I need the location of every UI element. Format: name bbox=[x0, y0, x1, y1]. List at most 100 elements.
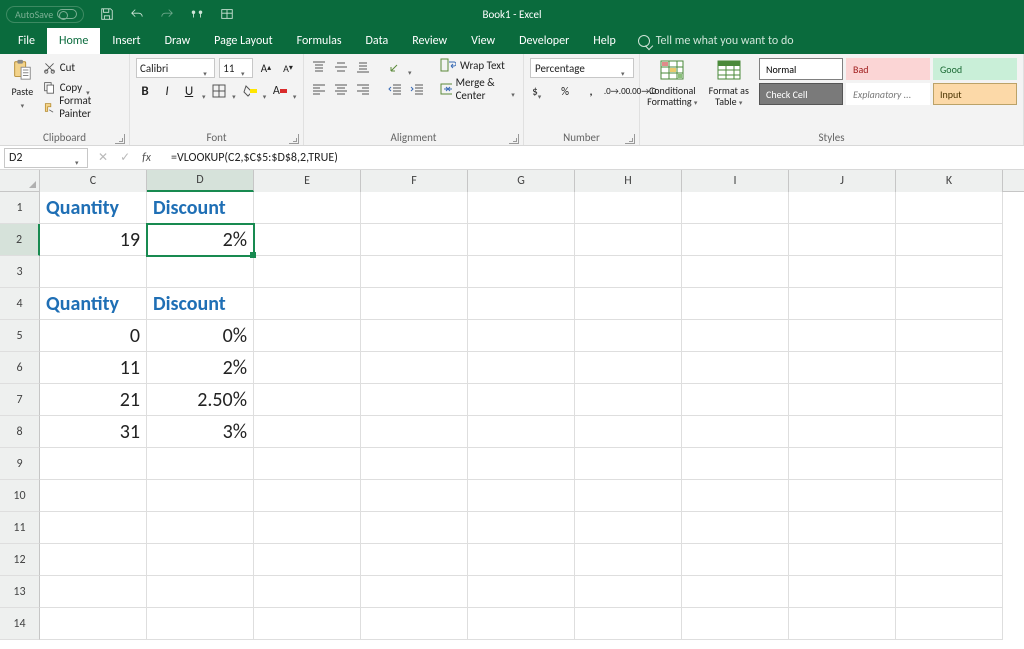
align-bottom-icon[interactable] bbox=[354, 58, 372, 76]
cell[interactable] bbox=[575, 192, 682, 224]
save-icon[interactable] bbox=[98, 5, 116, 23]
row-header[interactable]: 1 bbox=[0, 192, 40, 224]
cell[interactable] bbox=[254, 256, 361, 288]
number-format-select[interactable]: Percentage bbox=[530, 58, 634, 78]
tab-insert[interactable]: Insert bbox=[100, 28, 152, 54]
cell[interactable] bbox=[361, 288, 468, 320]
cell[interactable] bbox=[361, 608, 468, 640]
enter-formula-icon[interactable]: ✓ bbox=[120, 150, 130, 165]
paste-button[interactable]: Paste bbox=[6, 58, 39, 111]
comma-format-icon[interactable]: , bbox=[582, 82, 600, 100]
cell[interactable]: Quantity bbox=[40, 192, 147, 224]
align-middle-icon[interactable] bbox=[332, 58, 350, 76]
cancel-formula-icon[interactable]: ✕ bbox=[98, 150, 108, 165]
conditional-formatting-button[interactable]: Conditional Formatting bbox=[646, 58, 699, 107]
row-header[interactable]: 5 bbox=[0, 320, 40, 352]
merge-center-button[interactable]: Merge & Center bbox=[440, 76, 517, 102]
tab-file[interactable]: File bbox=[6, 28, 47, 54]
cell[interactable] bbox=[789, 416, 896, 448]
cell[interactable] bbox=[254, 608, 361, 640]
font-size-select[interactable]: 11 bbox=[219, 58, 253, 78]
increase-font-icon[interactable]: A▴ bbox=[257, 59, 275, 77]
cell[interactable] bbox=[147, 448, 254, 480]
cell[interactable] bbox=[254, 480, 361, 512]
cell[interactable] bbox=[789, 256, 896, 288]
cell[interactable] bbox=[682, 192, 789, 224]
cell[interactable] bbox=[361, 224, 468, 256]
cell-style-swatch[interactable]: Input bbox=[933, 83, 1017, 105]
fill-color-icon[interactable] bbox=[240, 82, 258, 100]
cell[interactable] bbox=[789, 320, 896, 352]
cell[interactable] bbox=[361, 544, 468, 576]
cell[interactable] bbox=[575, 384, 682, 416]
cell[interactable] bbox=[789, 288, 896, 320]
align-left-icon[interactable] bbox=[310, 80, 328, 98]
cell[interactable] bbox=[40, 608, 147, 640]
cell[interactable] bbox=[682, 448, 789, 480]
cell[interactable] bbox=[682, 544, 789, 576]
column-header[interactable]: C bbox=[40, 170, 147, 192]
cell[interactable] bbox=[40, 480, 147, 512]
cell[interactable] bbox=[40, 576, 147, 608]
cell[interactable] bbox=[147, 480, 254, 512]
cell[interactable] bbox=[254, 288, 361, 320]
cell[interactable] bbox=[575, 416, 682, 448]
row-header[interactable]: 10 bbox=[0, 480, 40, 512]
cell[interactable] bbox=[682, 416, 789, 448]
column-header[interactable]: H bbox=[575, 170, 682, 192]
cell[interactable] bbox=[789, 352, 896, 384]
cell[interactable] bbox=[682, 256, 789, 288]
cell[interactable] bbox=[575, 352, 682, 384]
cell[interactable]: Discount bbox=[147, 288, 254, 320]
row-header[interactable]: 2 bbox=[0, 224, 40, 256]
cell[interactable] bbox=[361, 192, 468, 224]
cell[interactable] bbox=[254, 448, 361, 480]
cell[interactable] bbox=[896, 512, 1003, 544]
cells-area[interactable]: QuantityDiscount192%QuantityDiscount00%1… bbox=[40, 192, 1003, 640]
cell[interactable] bbox=[789, 480, 896, 512]
name-box[interactable]: D2 bbox=[4, 148, 88, 168]
cell[interactable] bbox=[468, 256, 575, 288]
cell[interactable] bbox=[896, 480, 1003, 512]
increase-indent-icon[interactable] bbox=[408, 80, 426, 98]
cell[interactable] bbox=[40, 512, 147, 544]
percent-format-icon[interactable]: % bbox=[556, 82, 574, 100]
cell[interactable] bbox=[254, 416, 361, 448]
cell[interactable] bbox=[789, 192, 896, 224]
column-header[interactable]: E bbox=[254, 170, 361, 192]
column-header[interactable]: G bbox=[468, 170, 575, 192]
cell[interactable] bbox=[789, 224, 896, 256]
cell[interactable] bbox=[896, 416, 1003, 448]
cell[interactable] bbox=[254, 224, 361, 256]
cell[interactable] bbox=[575, 544, 682, 576]
decrease-font-icon[interactable]: A▾ bbox=[279, 59, 297, 77]
cell[interactable] bbox=[361, 576, 468, 608]
cell[interactable]: 2% bbox=[147, 224, 254, 256]
cell[interactable] bbox=[896, 352, 1003, 384]
dialog-launcher-icon[interactable] bbox=[289, 134, 299, 144]
cell-style-swatch[interactable]: Good bbox=[933, 58, 1017, 80]
cell[interactable] bbox=[468, 352, 575, 384]
cell[interactable]: 2.50% bbox=[147, 384, 254, 416]
column-header[interactable]: D bbox=[147, 170, 254, 192]
cell[interactable] bbox=[361, 256, 468, 288]
cell[interactable] bbox=[254, 512, 361, 544]
cell[interactable] bbox=[896, 384, 1003, 416]
cell[interactable] bbox=[789, 512, 896, 544]
cell[interactable] bbox=[468, 480, 575, 512]
cell[interactable]: 19 bbox=[40, 224, 147, 256]
tab-formulas[interactable]: Formulas bbox=[285, 28, 354, 54]
cell[interactable] bbox=[575, 288, 682, 320]
tab-draw[interactable]: Draw bbox=[153, 28, 203, 54]
cell[interactable] bbox=[896, 224, 1003, 256]
cell[interactable] bbox=[40, 544, 147, 576]
cell[interactable] bbox=[682, 608, 789, 640]
decrease-indent-icon[interactable] bbox=[386, 80, 404, 98]
cell[interactable] bbox=[896, 288, 1003, 320]
cell-style-gallery[interactable]: NormalBadGoodCheck CellExplanatory ...In… bbox=[759, 58, 1017, 105]
cell[interactable] bbox=[254, 544, 361, 576]
italic-button[interactable]: I bbox=[158, 82, 176, 100]
align-center-icon[interactable] bbox=[332, 80, 350, 98]
cell[interactable] bbox=[682, 480, 789, 512]
cell[interactable]: 31 bbox=[40, 416, 147, 448]
